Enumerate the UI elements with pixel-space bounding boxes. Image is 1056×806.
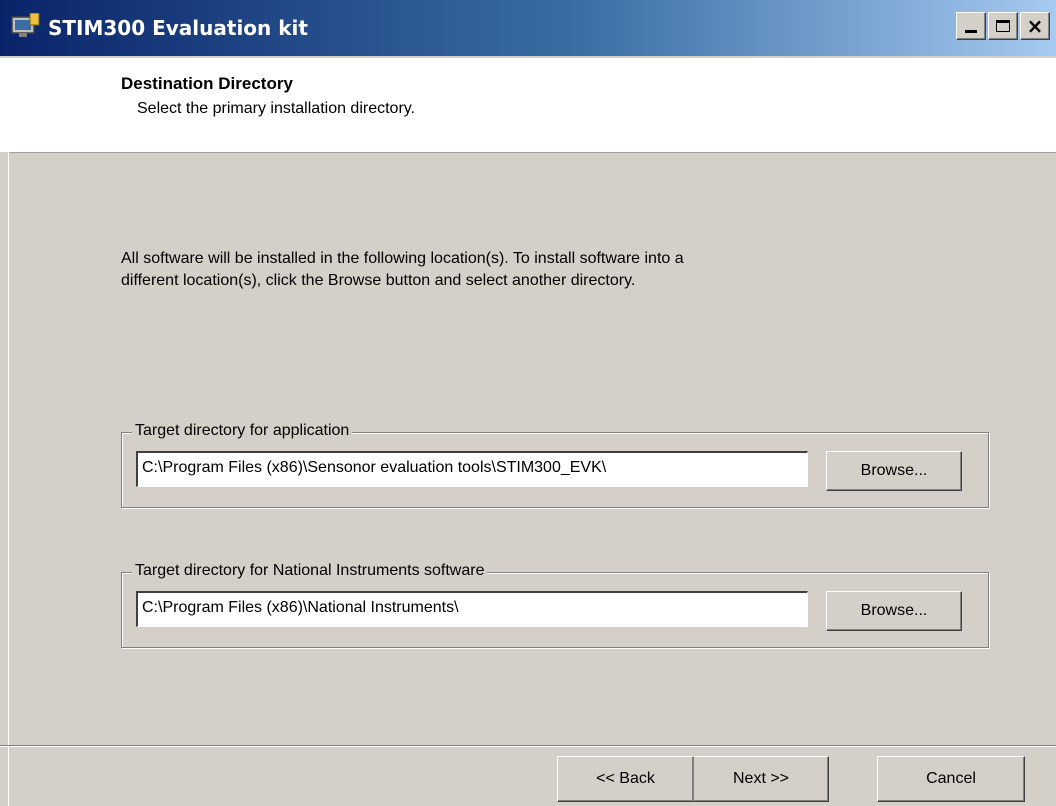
instructions-line-1: All software will be installed in the fo… [121,250,684,267]
maximize-icon [996,20,1010,32]
page-subtitle: Select the primary installation director… [137,100,416,117]
page-title: Destination Directory [121,74,293,93]
title-bar[interactable]: STIM300 Evaluation kit × [0,0,1056,56]
window-controls: × [956,12,1050,40]
application-directory-label: Target directory for application [132,422,353,440]
application-directory-input[interactable]: C:\Program Files (x86)\Sensonor evaluati… [136,451,808,487]
dialog-left-edge [0,152,9,806]
application-directory-group: Target directory for application C:\Prog… [121,422,989,508]
footer-separator [0,745,1056,747]
close-button[interactable]: × [1020,12,1050,40]
cancel-button[interactable]: Cancel [877,756,1025,802]
installer-app-icon [11,13,40,37]
next-button[interactable]: Next >> [693,756,829,802]
minimize-button[interactable] [956,12,986,40]
maximize-button[interactable] [988,12,1018,40]
back-button[interactable]: << Back [557,756,694,802]
ni-software-directory-group: Target directory for National Instrument… [121,562,989,648]
instructions-line-2: different location(s), click the Browse … [121,272,636,289]
close-icon: × [1026,14,1044,38]
ni-software-directory-input[interactable]: C:\Program Files (x86)\National Instrume… [136,591,808,627]
window-title: STIM300 Evaluation kit [48,16,308,40]
minimize-icon [965,30,977,33]
browse-ni-software-button[interactable]: Browse... [826,591,962,631]
browse-application-button[interactable]: Browse... [826,451,962,491]
ni-software-directory-label: Target directory for National Instrument… [132,562,488,580]
instructions-text: All software will be installed in the fo… [121,248,841,292]
wizard-header: Destination Directory Select the primary… [0,58,1056,153]
